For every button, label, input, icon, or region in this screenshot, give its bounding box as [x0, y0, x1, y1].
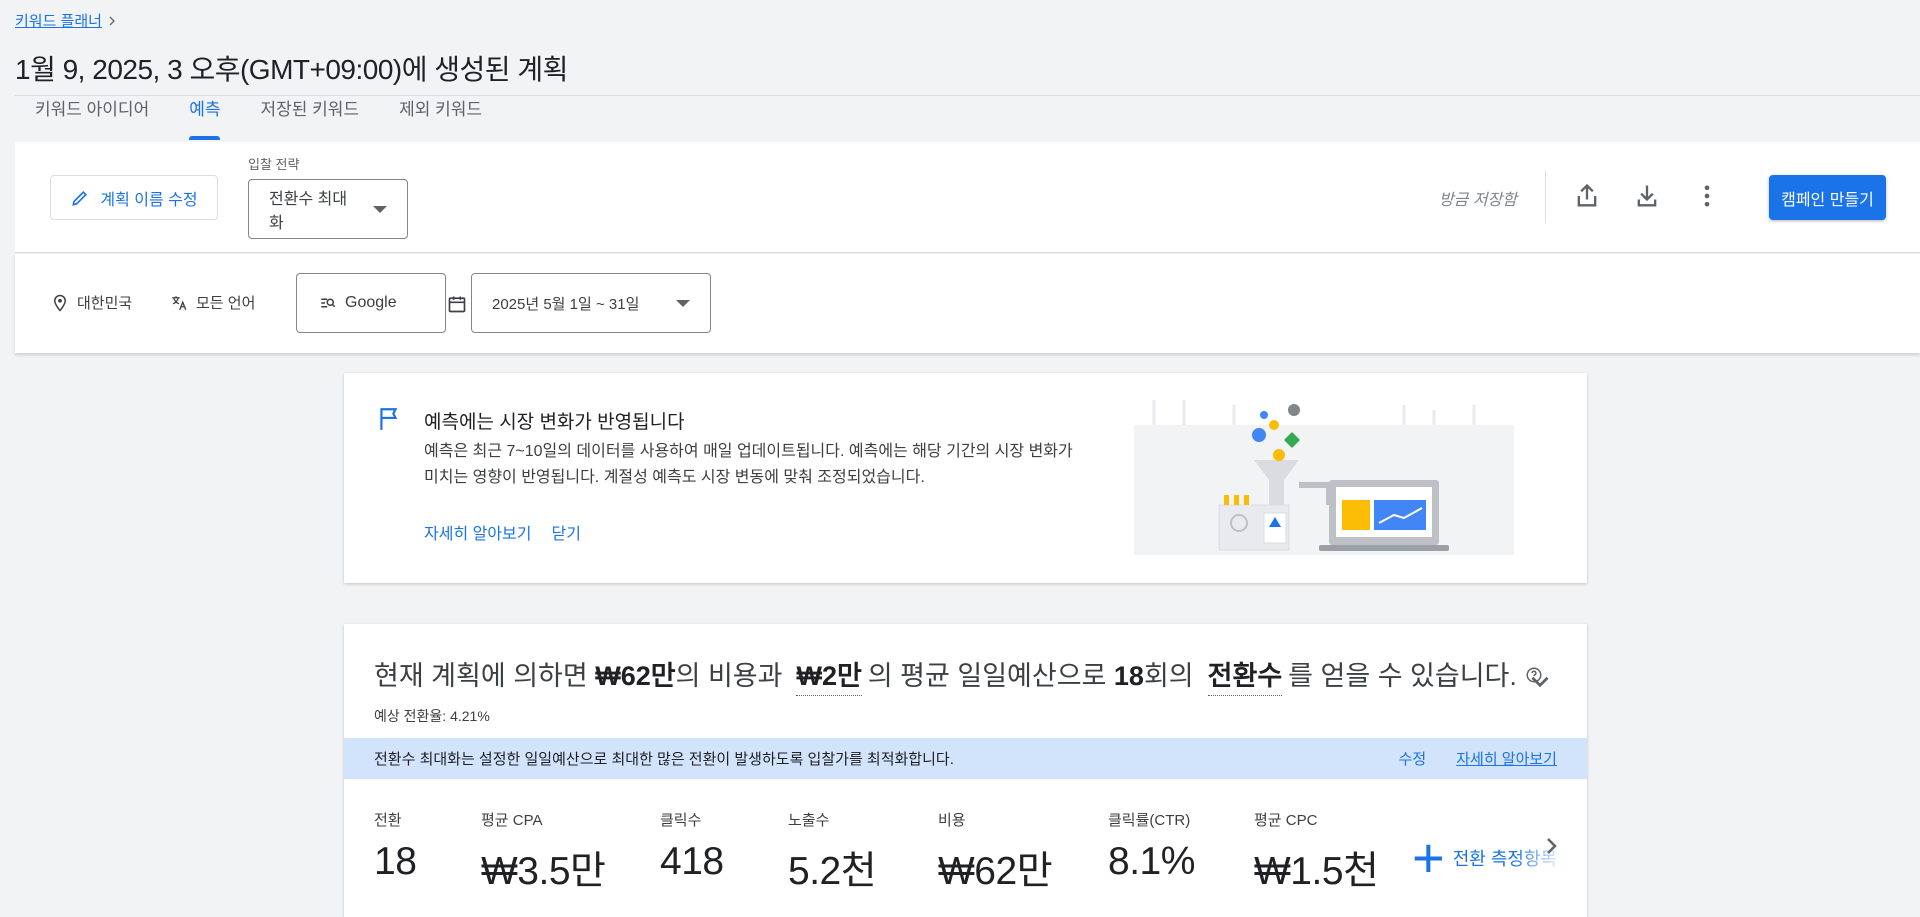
more-vert-icon	[1704, 185, 1710, 207]
download-button[interactable]	[1627, 176, 1667, 216]
summary-text: 의 평균 일일예산으로	[867, 661, 1107, 691]
more-options-button[interactable]	[1687, 176, 1727, 216]
metric-conversions[interactable]: 전환 18	[374, 809, 417, 884]
info-band-text: 전환수 최대화는 설정한 일일예산으로 최대한 많은 전환이 발생하도록 입찰가…	[374, 751, 954, 768]
tab-keyword-ideas[interactable]: 키워드 아이디어	[15, 96, 169, 142]
metric-value: 418	[660, 840, 724, 883]
metric-label: 노출수	[788, 812, 830, 829]
summary-cost: ₩62만	[595, 661, 676, 691]
filter-bar: 대한민국 모든 언어 Google 2025년 5월 1일 ~ 31일	[15, 254, 1920, 353]
metric-avg-cpa[interactable]: 평균 CPA ₩3.5만	[481, 809, 606, 896]
expected-conversion-rate: 예상 전환율: 4.21%	[374, 708, 490, 724]
share-button[interactable]	[1567, 176, 1607, 216]
metric-ctr[interactable]: 클릭률(CTR) 8.1%	[1108, 809, 1195, 884]
location-pin-icon	[53, 294, 67, 312]
bid-strategy-value: 전환수 최대화	[269, 191, 348, 232]
metric-label: 비용	[938, 812, 966, 829]
summary-conversions: 18	[1113, 661, 1144, 691]
summary-metric-select[interactable]: 전환수	[1207, 654, 1283, 696]
metric-value: 5.2천	[788, 850, 877, 893]
download-icon	[1637, 185, 1657, 207]
metric-cost[interactable]: 비용 ₩62만	[938, 809, 1053, 896]
metric-value: ₩1.5천	[1254, 850, 1379, 893]
network-value: Google	[345, 294, 397, 311]
plan-toolbar: 계획 이름 수정 입찰 전략 전환수 최대화 방금 저장함 캠페인 만들기	[15, 142, 1920, 253]
edit-plan-name-label: 계획 이름 수정	[100, 191, 198, 209]
location-filter[interactable]: 대한민국	[51, 292, 132, 313]
breadcrumb[interactable]: 키워드 플래너	[15, 10, 118, 31]
metric-label: 평균 CPC	[1254, 812, 1318, 829]
notice-title: 예측에는 시장 변화가 반영됩니다	[424, 412, 685, 433]
chevron-right-icon[interactable]	[1539, 834, 1563, 858]
dropdown-arrow-icon	[676, 299, 690, 307]
metric-label: 클릭률(CTR)	[1108, 812, 1191, 829]
date-range-select[interactable]: 2025년 5월 1일 ~ 31일	[471, 273, 711, 333]
dropdown-arrow-icon	[373, 205, 387, 213]
tab-negative-keywords[interactable]: 제외 키워드	[379, 96, 502, 142]
share-icon	[1577, 183, 1597, 207]
metric-label: 평균 CPA	[481, 812, 543, 829]
location-value: 대한민국	[77, 295, 133, 312]
edit-plan-name-button[interactable]: 계획 이름 수정	[50, 175, 218, 220]
forecast-panel: 현재 계획에 의하면 ₩62만 의 비용과 ₩2만 의 평균 일일예산으로 18…	[344, 624, 1587, 917]
bid-strategy-select[interactable]: 전환수 최대화	[248, 179, 408, 239]
metric-value: ₩62만	[938, 850, 1053, 893]
save-status: 방금 저장함	[1438, 192, 1517, 209]
metric-value: ₩3.5만	[481, 850, 606, 893]
metric-value: 8.1%	[1108, 840, 1195, 883]
breadcrumb-link[interactable]: 키워드 플래너	[15, 10, 102, 31]
notice-dismiss-link[interactable]: 닫기	[552, 520, 581, 544]
calendar-icon[interactable]	[447, 294, 467, 314]
tab-forecast[interactable]: 예측	[169, 96, 240, 142]
edit-bid-strategy-link[interactable]: 수정	[1399, 748, 1427, 769]
language-filter[interactable]: 모든 언어	[170, 292, 255, 313]
metric-clicks[interactable]: 클릭수 418	[660, 809, 724, 884]
plus-icon: +	[1412, 838, 1445, 878]
page-title: 1월 9, 2025, 3 오후(GMT+09:00)에 생성된 계획	[15, 54, 568, 85]
metric-impressions[interactable]: 노출수 5.2천	[788, 809, 877, 896]
market-change-notice: 예측에는 시장 변화가 반영됩니다 예측은 최근 7~10일의 데이터를 사용하…	[344, 373, 1587, 583]
summary-text: 의 비용과	[675, 661, 783, 691]
notice-learn-more-link[interactable]: 자세히 알아보기	[424, 520, 532, 544]
metric-avg-cpc[interactable]: 평균 CPC ₩1.5천	[1254, 809, 1379, 896]
forecast-illustration	[1134, 400, 1514, 555]
language-value: 모든 언어	[196, 295, 256, 312]
notice-body: 예측은 최근 7~10일의 데이터를 사용하여 매일 업데이트됩니다. 예측에는…	[424, 443, 1073, 486]
chevron-down-icon[interactable]	[1527, 668, 1553, 694]
translate-icon	[172, 295, 187, 310]
daily-budget-editable[interactable]: ₩2만	[796, 654, 862, 696]
summary-text: 현재 계획에 의하면	[374, 661, 588, 691]
metric-label: 전환	[374, 812, 402, 829]
summary-text: 회의	[1143, 661, 1194, 691]
bid-strategy-label: 입찰 전략	[248, 157, 300, 172]
toolbar-divider	[1545, 171, 1546, 223]
summary-text: 를 얻을 수 있습니다.	[1288, 661, 1517, 691]
flag-icon	[380, 408, 398, 430]
chevron-right-icon	[109, 16, 115, 25]
create-campaign-button[interactable]: 캠페인 만들기	[1769, 175, 1886, 220]
bid-strategy-info-band: 전환수 최대화는 설정한 일일예산으로 최대한 많은 전환이 발생하도록 입찰가…	[344, 738, 1587, 779]
tab-bar: 키워드 아이디어 예측 저장된 키워드 제외 키워드	[15, 96, 502, 142]
forecast-summary: 현재 계획에 의하면 ₩62만 의 비용과 ₩2만 의 평균 일일예산으로 18…	[374, 654, 1543, 696]
info-learn-more-link[interactable]: 자세히 알아보기	[1456, 748, 1557, 769]
tab-saved-keywords[interactable]: 저장된 키워드	[240, 96, 379, 142]
date-range-value: 2025년 5월 1일 ~ 31일	[492, 295, 640, 313]
search-network-icon	[321, 298, 336, 308]
metric-value: 18	[374, 840, 417, 883]
pencil-icon	[72, 190, 88, 206]
network-select[interactable]: Google	[296, 273, 446, 333]
metric-label: 클릭수	[660, 812, 702, 829]
